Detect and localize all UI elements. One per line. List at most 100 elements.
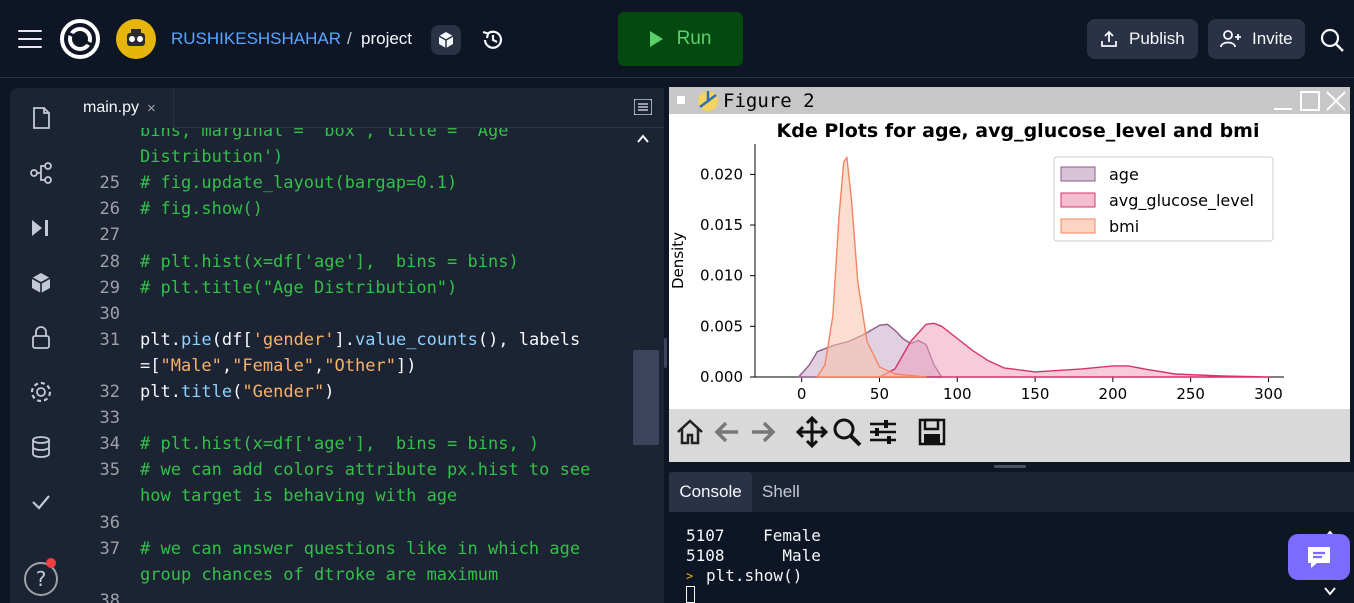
code-line: plt.title("Gender"): [140, 382, 335, 402]
project-name[interactable]: project: [361, 29, 412, 49]
code-line: # plt.title("Age Distribution"): [140, 278, 457, 298]
git-icon[interactable]: [28, 160, 54, 186]
tab-shell[interactable]: Shell: [762, 472, 800, 512]
search-icon[interactable]: [1318, 26, 1346, 54]
database-icon[interactable]: [28, 434, 54, 460]
line-number: 32: [99, 382, 120, 402]
figure-title: Figure 2: [723, 90, 815, 112]
code-editor[interactable]: main.py × bins, marginal = 'box', title …: [72, 88, 664, 603]
code-token: # we can add colors attribute px.hist to…: [140, 460, 591, 481]
code-lines[interactable]: bins, marginal = 'box', title = 'Age Dist…: [72, 128, 664, 603]
y-tick-label: 0.020: [700, 165, 743, 183]
code-token: (df[: [211, 329, 253, 350]
y-tick-label: 0.010: [700, 267, 743, 285]
configure-subplots-icon[interactable]: [866, 415, 900, 449]
chat-button[interactable]: [1288, 534, 1350, 580]
code-token: "Other": [324, 355, 396, 376]
lock-icon[interactable]: [28, 325, 54, 351]
kde-chart: Kde Plots for age, avg_glucose_level and…: [669, 120, 1284, 403]
check-icon[interactable]: [28, 489, 54, 515]
line-number: 38: [99, 590, 120, 603]
invite-button[interactable]: Invite: [1208, 19, 1305, 59]
run-label: Run: [676, 28, 712, 49]
files-icon[interactable]: [28, 105, 54, 131]
tab-label: main.py: [83, 99, 140, 116]
console-line: 5107 Female: [686, 526, 821, 545]
pan-icon[interactable]: [795, 415, 829, 449]
run-button[interactable]: Run: [618, 12, 743, 66]
legend-swatch: [1060, 192, 1096, 208]
code-token: "Gender": [242, 382, 325, 402]
console-run-icon[interactable]: [28, 215, 54, 241]
x-tick-label: 50: [870, 385, 889, 403]
code-token: # plt.hist(x=df['age'], bins = bins, ): [140, 434, 540, 455]
code-line: plt.pie(df['gender'].value_counts(), lab…: [140, 330, 580, 350]
minimize-icon[interactable]: [1272, 90, 1294, 112]
zoom-icon[interactable]: [830, 415, 864, 449]
notification-dot: [46, 558, 56, 568]
window-menu-icon[interactable]: [677, 96, 685, 104]
close-window-icon[interactable]: [1325, 90, 1347, 112]
code-token: "Female": [232, 355, 315, 376]
packages-icon[interactable]: [28, 270, 54, 296]
console-pane: Console Shell 5107 Female 5108 Male > pl…: [669, 472, 1354, 603]
back-arrow-icon[interactable]: [710, 415, 744, 449]
console-prompt: >: [686, 569, 694, 583]
y-tick-label: 0.000: [700, 368, 743, 386]
save-icon[interactable]: [915, 415, 949, 449]
chart-title: Kde Plots for age, avg_glucose_level and…: [777, 120, 1260, 142]
line-number: 36: [99, 512, 120, 533]
series-avg-glucose-level-area: [878, 322, 1270, 378]
tab-console[interactable]: Console: [669, 472, 752, 512]
code-line: # fig.update_layout(bargap=0.1): [140, 173, 457, 193]
publish-button[interactable]: Publish: [1087, 19, 1198, 59]
editor-menu-icon[interactable]: [634, 99, 652, 115]
code-token: ,: [314, 355, 325, 376]
close-icon[interactable]: ×: [147, 100, 156, 117]
line-number: 27: [99, 225, 120, 246]
line-number: 34: [99, 434, 120, 455]
replit-logo-icon[interactable]: [60, 19, 100, 59]
legend-label: bmi: [1109, 217, 1139, 236]
code-line: # plt.hist(x=df['age'], bins = bins, ): [140, 434, 539, 454]
figure-toolbar: [669, 409, 1350, 462]
code-token: Distribution'): [140, 147, 284, 168]
forward-arrow-icon[interactable]: [746, 415, 780, 449]
language-icon[interactable]: [431, 25, 461, 55]
maximize-icon[interactable]: [1299, 90, 1321, 112]
menu-icon[interactable]: [18, 30, 42, 48]
y-axis-label: Density: [669, 232, 687, 289]
editor-scrollbar[interactable]: [633, 350, 659, 445]
tab-main-py[interactable]: main.py ×: [72, 88, 174, 128]
home-icon[interactable]: [673, 415, 707, 449]
x-tick-label: 300: [1254, 385, 1283, 403]
gear-icon[interactable]: [28, 379, 54, 405]
editor-tab-bar: main.py ×: [72, 88, 664, 143]
line-number: 33: [99, 408, 120, 429]
line-number: 25: [99, 173, 120, 194]
code-token: title: [180, 382, 233, 402]
chevron-down-icon[interactable]: [1323, 586, 1337, 596]
code-line: # we can add colors attribute px.hist to…: [140, 460, 590, 480]
owner-link[interactable]: RUSHIKESHSHAHAR: [171, 29, 341, 49]
play-icon: [649, 31, 663, 47]
avatar[interactable]: [116, 19, 156, 59]
code-token: # fig.show(): [140, 199, 263, 220]
code-token: how target is behaving with age: [140, 486, 458, 507]
legend-swatch: [1060, 218, 1096, 234]
console-output[interactable]: 5107 Female 5108 Male > plt.show(): [669, 512, 1354, 603]
pane-resize-handle[interactable]: [664, 338, 667, 368]
code-line: =["Male","Female","Other"]): [140, 356, 416, 376]
code-token: plt.: [140, 382, 181, 402]
upload-icon: [1101, 30, 1117, 47]
console-line: 5108 Male: [686, 546, 821, 565]
figure-title-bar[interactable]: Figure 2: [669, 87, 1350, 114]
code-token: ].: [334, 329, 355, 350]
history-icon[interactable]: [480, 27, 506, 53]
figure-window[interactable]: Figure 2 Kde Plots for age, avg_glucose_…: [669, 87, 1350, 462]
code-token: # fig.update_layout(bargap=0.1): [140, 173, 458, 194]
line-number: 29: [99, 277, 120, 298]
figure-resize-handle[interactable]: [994, 465, 1026, 468]
line-number: 31: [99, 329, 120, 350]
code-line: bins, marginal = 'box', title = 'Age: [140, 128, 508, 141]
